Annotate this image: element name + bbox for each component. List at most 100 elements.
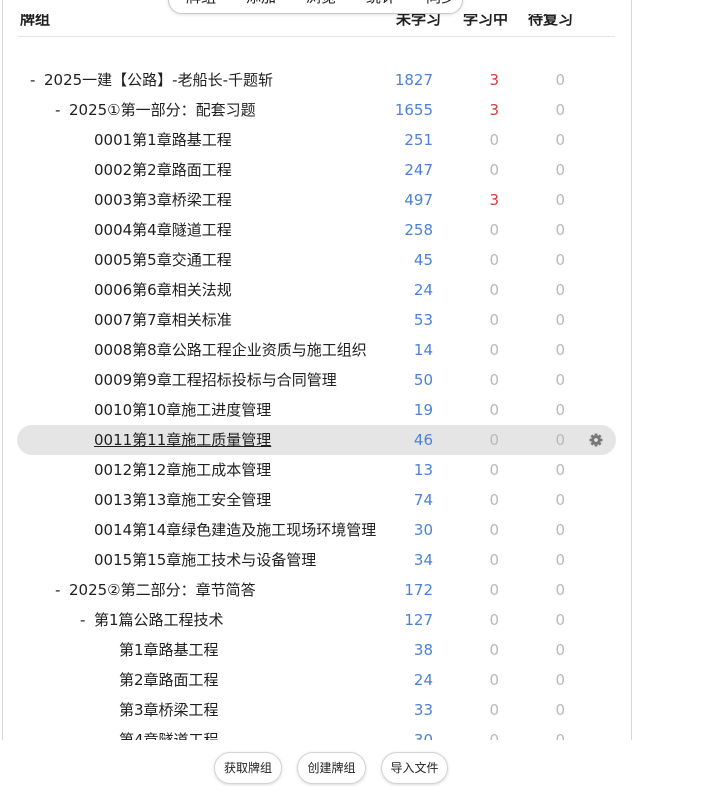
deck-name-link[interactable]: 0009第9章工程招标投标与合同管理 bbox=[94, 365, 337, 395]
review-count: 0 bbox=[555, 191, 565, 209]
deck-name-link[interactable]: 0001第1章路基工程 bbox=[94, 125, 232, 155]
deck-name-link[interactable]: 0007第7章相关标准 bbox=[94, 305, 232, 335]
new-count: 13 bbox=[413, 461, 433, 479]
deck-row[interactable]: 0005第5章交通工程 45 0 0 bbox=[17, 245, 616, 275]
deck-name-link[interactable]: 第2章路面工程 bbox=[119, 665, 219, 695]
learning-count: 0 bbox=[489, 731, 499, 740]
deck-row[interactable]: -2025②第二部分：章节简答 172 0 0 bbox=[17, 575, 616, 605]
deck-row[interactable]: 0012第12章施工成本管理 13 0 0 bbox=[17, 455, 616, 485]
column-header-new: 未学习 bbox=[395, 14, 441, 28]
new-count: 33 bbox=[413, 701, 433, 719]
deck-name-link[interactable]: 0013第13章施工安全管理 bbox=[94, 485, 271, 515]
deck-name-link[interactable]: 0006第6章相关法规 bbox=[94, 275, 232, 305]
review-count: 0 bbox=[555, 701, 565, 719]
new-count: 497 bbox=[404, 191, 433, 209]
deck-row[interactable]: 0006第6章相关法规 24 0 0 bbox=[17, 275, 616, 305]
learning-count: 0 bbox=[489, 401, 499, 419]
deck-name-link[interactable]: 0012第12章施工成本管理 bbox=[94, 455, 271, 485]
review-count: 0 bbox=[555, 641, 565, 659]
deck-row[interactable]: 0001第1章路基工程 251 0 0 bbox=[17, 125, 616, 155]
learning-count: 0 bbox=[489, 551, 499, 569]
review-count: 0 bbox=[555, 131, 565, 149]
review-count: 0 bbox=[555, 731, 565, 740]
deck-name-link[interactable]: 0015第15章施工技术与设备管理 bbox=[94, 545, 316, 575]
review-count: 0 bbox=[555, 461, 565, 479]
deck-row[interactable]: - 第1篇公路工程技术 127 0 0 bbox=[17, 605, 616, 635]
deck-name-link[interactable]: 0010第10章施工进度管理 bbox=[94, 395, 271, 425]
bottom-bar: 获取牌组 创建牌组 导入文件 bbox=[0, 740, 710, 786]
review-count: 0 bbox=[555, 611, 565, 629]
deck-row[interactable]: 第3章桥梁工程 33 0 0 bbox=[17, 695, 616, 725]
deck-row[interactable]: 0003第3章桥梁工程 497 3 0 bbox=[17, 185, 616, 215]
import-file-button[interactable]: 导入文件 bbox=[381, 752, 448, 784]
review-count: 0 bbox=[555, 581, 565, 599]
deck-row[interactable]: 0009第9章工程招标投标与合同管理 50 0 0 bbox=[17, 365, 616, 395]
deck-name-link[interactable]: 2025①第一部分：配套习题 bbox=[69, 95, 256, 125]
deck-row[interactable]: 0015第15章施工技术与设备管理 34 0 0 bbox=[17, 545, 616, 575]
header-divider bbox=[18, 36, 615, 37]
deck-name-link[interactable]: 第3章桥梁工程 bbox=[119, 695, 219, 725]
deck-row[interactable]: 0011第11章施工质量管理 46 0 0 bbox=[17, 425, 616, 455]
new-count: 53 bbox=[413, 311, 433, 329]
deck-row[interactable]: 0002第2章路面工程 247 0 0 bbox=[17, 155, 616, 185]
deck-name-link[interactable]: 2025一建【公路】-老船长-千题斩 bbox=[44, 65, 273, 95]
deck-row[interactable]: 0010第10章施工进度管理 19 0 0 bbox=[17, 395, 616, 425]
deck-row[interactable]: 第2章路面工程 24 0 0 bbox=[17, 665, 616, 695]
deck-row[interactable]: 第1章路基工程 38 0 0 bbox=[17, 635, 616, 665]
toolbar-browse[interactable]: 浏览 bbox=[306, 0, 336, 7]
review-count: 0 bbox=[555, 551, 565, 569]
deck-name-link[interactable]: 0005第5章交通工程 bbox=[94, 245, 232, 275]
toolbar-sync[interactable]: 同步 bbox=[426, 0, 456, 7]
gear-icon[interactable] bbox=[589, 433, 603, 447]
deck-row[interactable]: 0013第13章施工安全管理 74 0 0 bbox=[17, 485, 616, 515]
deck-row[interactable]: 0008第8章公路工程企业资质与施工组织 14 0 0 bbox=[17, 335, 616, 365]
column-header-review: 待复习 bbox=[527, 14, 573, 28]
learning-count: 0 bbox=[489, 281, 499, 299]
new-count: 172 bbox=[404, 581, 433, 599]
get-shared-decks-button[interactable]: 获取牌组 bbox=[214, 752, 282, 784]
deck-row[interactable]: -2025一建【公路】-老船长-千题斩 1827 3 0 bbox=[17, 65, 616, 95]
learning-count: 0 bbox=[489, 671, 499, 689]
deck-table-header: 牌组 未学习 学习中 待复习 bbox=[17, 14, 616, 29]
deck-name-link[interactable]: 第1篇公路工程技术 bbox=[94, 605, 224, 635]
new-count: 1655 bbox=[394, 101, 433, 119]
deck-name-link[interactable]: 第4章隧道工程 bbox=[119, 725, 219, 740]
deck-name-link[interactable]: 0002第2章路面工程 bbox=[94, 155, 232, 185]
deck-row[interactable]: 0014第14章绿色建造及施工现场环境管理 30 0 0 bbox=[17, 515, 616, 545]
collapse-toggle[interactable]: - bbox=[80, 605, 94, 635]
deck-row[interactable]: 0004第4章隧道工程 258 0 0 bbox=[17, 215, 616, 245]
learning-count: 0 bbox=[489, 251, 499, 269]
collapse-toggle[interactable]: - bbox=[30, 65, 44, 95]
deck-name-link[interactable]: 0014第14章绿色建造及施工现场环境管理 bbox=[94, 515, 376, 545]
bottom-button-group: 获取牌组 创建牌组 导入文件 bbox=[214, 752, 448, 784]
column-header-learning: 学习中 bbox=[462, 14, 508, 28]
deck-name-link[interactable]: 2025②第二部分：章节简答 bbox=[69, 575, 256, 605]
toolbar-stats[interactable]: 统计 bbox=[366, 0, 396, 7]
collapse-toggle[interactable]: - bbox=[55, 95, 69, 125]
learning-count: 3 bbox=[489, 101, 499, 119]
collapse-toggle[interactable]: - bbox=[55, 575, 69, 605]
review-count: 0 bbox=[555, 671, 565, 689]
review-count: 0 bbox=[555, 371, 565, 389]
deck-row[interactable]: 第4章隧道工程 30 0 0 bbox=[17, 725, 616, 740]
toolbar-add[interactable]: 添加 bbox=[246, 0, 276, 7]
new-count: 46 bbox=[413, 431, 433, 449]
deck-name-link[interactable]: 第1章路基工程 bbox=[119, 635, 219, 665]
new-count: 30 bbox=[413, 521, 433, 539]
new-count: 24 bbox=[413, 281, 433, 299]
deck-name-link[interactable]: 0003第3章桥梁工程 bbox=[94, 185, 232, 215]
deck-row[interactable]: 0007第7章相关标准 53 0 0 bbox=[17, 305, 616, 335]
learning-count: 0 bbox=[489, 701, 499, 719]
new-count: 247 bbox=[404, 161, 433, 179]
review-count: 0 bbox=[555, 491, 565, 509]
deck-name-link[interactable]: 0008第8章公路工程企业资质与施工组织 bbox=[94, 335, 367, 365]
new-count: 251 bbox=[404, 131, 433, 149]
top-toolbar: 牌组 添加 浏览 统计 同步 bbox=[168, 0, 463, 14]
learning-count: 0 bbox=[489, 521, 499, 539]
deck-name-link[interactable]: 0004第4章隧道工程 bbox=[94, 215, 232, 245]
toolbar-decks[interactable]: 牌组 bbox=[186, 0, 216, 7]
deck-name-link[interactable]: 0011第11章施工质量管理 bbox=[94, 425, 271, 455]
review-count: 0 bbox=[555, 341, 565, 359]
create-deck-button[interactable]: 创建牌组 bbox=[297, 752, 366, 784]
deck-row[interactable]: -2025①第一部分：配套习题 1655 3 0 bbox=[17, 95, 616, 125]
